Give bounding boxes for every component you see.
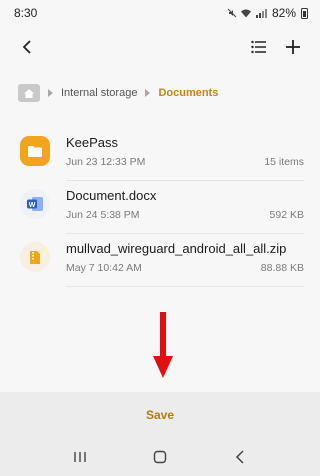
file-name: KeePass xyxy=(66,135,119,150)
recent-apps-button[interactable] xyxy=(67,444,93,470)
zip-archive-icon xyxy=(20,242,50,272)
status-bar: 8:30 82% xyxy=(0,0,320,26)
breadcrumb-documents[interactable]: Documents xyxy=(158,87,218,99)
navigation-bar xyxy=(0,438,320,476)
battery-percent: 82% xyxy=(271,6,296,20)
home-square-icon xyxy=(153,450,167,464)
list-item[interactable]: mullvad_wireguard_android_all_all.zip Ma… xyxy=(0,234,320,287)
status-time: 8:30 xyxy=(14,6,38,20)
file-size: 15 items xyxy=(264,156,304,168)
add-button[interactable] xyxy=(280,34,306,60)
list-item[interactable]: KeePass Jun 23 12:33 PM 15 items xyxy=(0,128,320,181)
wifi-icon xyxy=(240,9,251,18)
back-chevron-icon xyxy=(235,450,244,464)
back-nav-button[interactable] xyxy=(227,444,253,470)
file-date: May 7 10:42 AM xyxy=(66,262,142,274)
home-nav-button[interactable] xyxy=(147,444,173,470)
list-item[interactable]: W Document.docx Jun 24 5:38 PM 592 KB xyxy=(0,181,320,234)
divider xyxy=(66,286,304,287)
file-size: 88.88 KB xyxy=(260,262,304,274)
file-meta: May 7 10:42 AM 88.88 KB xyxy=(66,262,304,274)
battery-icon xyxy=(301,7,308,19)
file-date: Jun 23 12:33 PM xyxy=(66,156,146,168)
top-actions xyxy=(246,34,306,60)
mute-icon xyxy=(227,8,237,18)
list-view-button[interactable] xyxy=(246,34,272,60)
breadcrumb-internal-storage[interactable]: Internal storage xyxy=(61,87,137,99)
signal-icon xyxy=(255,9,267,18)
list-view-icon xyxy=(251,40,266,54)
file-name: mullvad_wireguard_android_all_all.zip xyxy=(66,241,287,256)
save-bar: Save xyxy=(0,392,320,438)
recent-apps-icon xyxy=(74,452,86,462)
breadcrumb-separator-icon xyxy=(48,89,53,97)
back-button[interactable] xyxy=(14,34,40,60)
file-info: KeePass Jun 23 12:33 PM 15 items xyxy=(66,135,304,168)
file-info: Document.docx Jun 24 5:38 PM 592 KB xyxy=(66,188,304,221)
home-button[interactable] xyxy=(18,84,40,102)
status-icons xyxy=(227,8,267,18)
breadcrumb: Internal storage Documents xyxy=(18,80,310,106)
file-info: mullvad_wireguard_android_all_all.zip Ma… xyxy=(66,241,304,274)
file-meta: Jun 23 12:33 PM 15 items xyxy=(66,156,304,168)
down-arrow-icon xyxy=(153,312,173,378)
file-name: Document.docx xyxy=(66,188,157,203)
save-button[interactable]: Save xyxy=(146,408,174,422)
back-arrow-icon xyxy=(22,40,31,54)
breadcrumb-separator-icon xyxy=(145,89,151,97)
file-size: 592 KB xyxy=(269,209,304,221)
svg-text:W: W xyxy=(29,202,36,209)
file-list: KeePass Jun 23 12:33 PM 15 items W Docum… xyxy=(0,128,320,287)
plus-icon xyxy=(286,40,300,54)
file-meta: Jun 24 5:38 PM 592 KB xyxy=(66,209,304,221)
status-right: 82% xyxy=(227,6,308,20)
file-date: Jun 24 5:38 PM xyxy=(66,209,140,221)
folder-icon xyxy=(20,136,50,166)
home-icon xyxy=(24,88,34,98)
top-bar xyxy=(0,30,320,64)
word-document-icon: W xyxy=(20,189,50,219)
